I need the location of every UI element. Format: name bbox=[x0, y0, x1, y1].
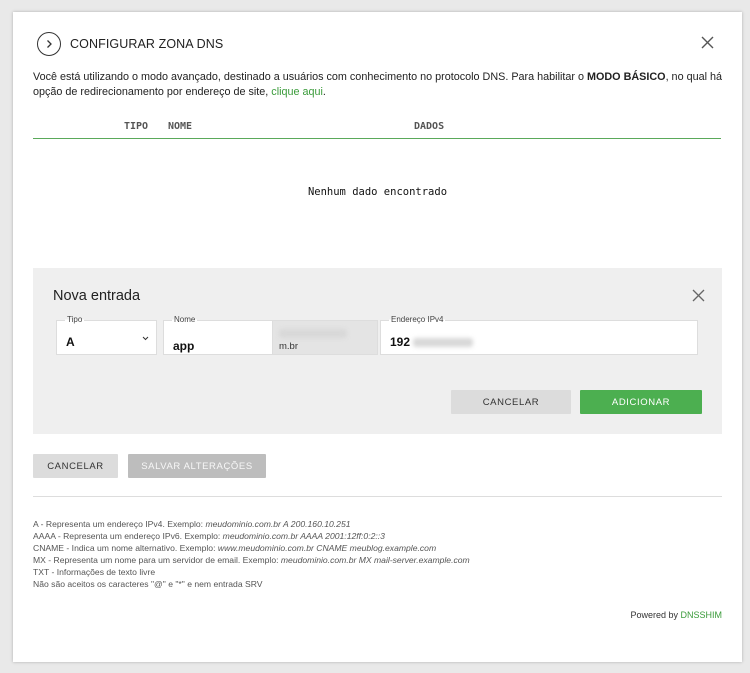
column-header-data: DADOS bbox=[414, 121, 445, 132]
save-changes-button[interactable]: SALVAR ALTERAÇÕES bbox=[128, 454, 266, 478]
new-entry-panel: Nova entrada Tipo A Nome app m.br Endere… bbox=[33, 268, 722, 434]
add-entry-button[interactable]: ADICIONAR bbox=[580, 390, 702, 414]
column-header-name: NOME bbox=[168, 121, 193, 132]
type-select[interactable]: Tipo A bbox=[56, 315, 157, 355]
info-end: . bbox=[322, 86, 326, 98]
table-header-divider bbox=[33, 138, 721, 139]
powered-by: Powered by DNSSHIM bbox=[630, 610, 722, 620]
legend-item: MX - Representa um nome para um servidor… bbox=[33, 555, 470, 565]
info-bold: MODO BÁSICO bbox=[586, 71, 666, 83]
modal-header: CONFIGURAR ZONA DNS bbox=[37, 32, 223, 56]
dns-zone-modal: CONFIGURAR ZONA DNS Você está utilizando… bbox=[13, 12, 742, 662]
info-text: Você está utilizando o modo avançado, de… bbox=[33, 71, 587, 83]
domain-suffix: m.br bbox=[273, 320, 378, 355]
column-header-type: TIPO bbox=[124, 121, 149, 132]
close-new-entry-icon[interactable] bbox=[692, 289, 705, 307]
footer-divider bbox=[33, 496, 722, 497]
empty-table-message: Nenhum dado encontrado bbox=[307, 186, 448, 198]
chevron-down-icon bbox=[142, 336, 149, 341]
type-label: Tipo bbox=[65, 315, 85, 324]
redacted-domain bbox=[279, 328, 347, 338]
name-value: app bbox=[173, 339, 195, 353]
domain-suffix-end: m.br bbox=[279, 341, 298, 352]
ipv4-label: Endereço IPv4 bbox=[389, 315, 446, 324]
ipv4-input[interactable]: Endereço IPv4 192 bbox=[380, 315, 698, 355]
modal-title: CONFIGURAR ZONA DNS bbox=[70, 37, 224, 51]
legend-item: AAAA - Representa um endereço IPv6. Exem… bbox=[33, 531, 385, 541]
new-entry-title: Nova entrada bbox=[53, 288, 141, 304]
type-value: A bbox=[66, 335, 75, 349]
close-modal-icon[interactable] bbox=[701, 36, 714, 54]
legend-item: TXT - Informações de texto livre bbox=[33, 567, 156, 577]
record-types-legend: A - Representa um endereço IPv4. Exemplo… bbox=[33, 518, 470, 590]
dnsshim-link[interactable]: DNSSHIM bbox=[680, 610, 722, 620]
cancel-entry-button[interactable]: CANCELAR bbox=[451, 390, 571, 414]
basic-mode-link[interactable]: clique aqui bbox=[271, 86, 323, 98]
ipv4-value-text: 192 bbox=[390, 335, 411, 349]
name-input[interactable]: Nome app bbox=[163, 315, 273, 355]
redacted-ip bbox=[413, 338, 474, 348]
name-label: Nome bbox=[172, 315, 198, 324]
legend-item: CNAME - Indica um nome alternativo. Exem… bbox=[33, 543, 437, 553]
advanced-mode-info: Você está utilizando o modo avançado, de… bbox=[33, 70, 723, 100]
powered-by-text: Powered by bbox=[630, 610, 681, 620]
ipv4-value: 192 bbox=[390, 335, 474, 349]
legend-note: Não são aceitos os caracteres "@" e "*" … bbox=[33, 579, 263, 589]
cancel-button[interactable]: CANCELAR bbox=[33, 454, 118, 478]
chevron-right-icon bbox=[37, 32, 61, 56]
legend-item: A - Representa um endereço IPv4. Exemplo… bbox=[33, 519, 351, 529]
